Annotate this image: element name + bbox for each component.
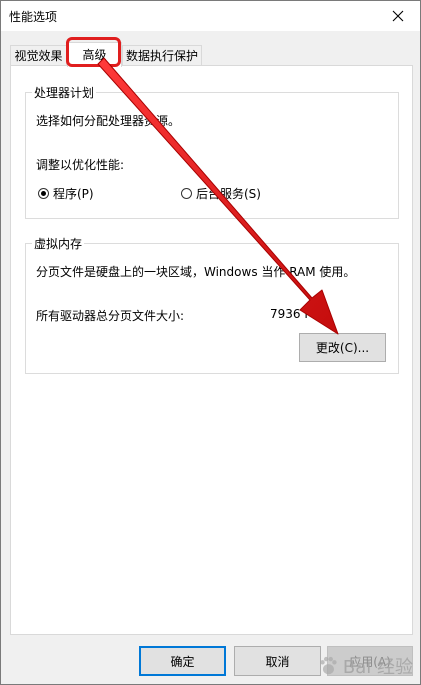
cancel-button-label: 取消 [265,654,290,669]
tab-label: 数据执行保护 [125,49,198,63]
processor-scheduling-group: 处理器计划 选择如何分配处理器资源。 调整以优化性能: 程序(P) 后台服务(S… [25,84,399,219]
baidu-paw-icon [320,656,337,675]
radio-checked-icon [38,188,49,199]
processor-description: 选择如何分配处理器资源。 [36,114,181,128]
watermark-text: Bai 经验 [342,657,413,678]
watermark: Bai 经验 [317,653,413,679]
programs-radio-label: 程序(P) [53,187,94,201]
radio-unchecked-icon [181,188,192,199]
change-button-label: 更改(C)... [315,341,370,355]
virtual-memory-group: 虚拟内存 分页文件是硬盘上的一块区域，Windows 当作 RAM 使用。 所有… [25,235,399,374]
background-services-radio-label: 后台服务(S) [196,187,261,201]
ok-button-label: 确定 [170,654,195,669]
tab-label: 视觉效果 [14,49,63,63]
window-title: 性能选项 [9,10,58,24]
programs-radio[interactable]: 程序(P) [38,185,94,202]
optimize-label: 调整以优化性能: [36,158,125,172]
processor-scheduling-legend: 处理器计划 [32,84,97,101]
tab-highlight-annotation [66,37,121,67]
close-button[interactable] [376,1,420,31]
cancel-button[interactable]: 取消 [234,646,321,676]
change-virtual-memory-button[interactable]: 更改(C)... [299,333,386,362]
close-icon [392,10,404,22]
advanced-tab-panel: 处理器计划 选择如何分配处理器资源。 调整以优化性能: 程序(P) 后台服务(S… [10,65,413,635]
paging-file-description: 分页文件是硬盘上的一块区域，Windows 当作 RAM 使用。 [36,265,356,279]
total-paging-size-value: 7936 MB [270,307,323,321]
tab-data-execution-prevention[interactable]: 数据执行保护 [122,45,202,65]
total-paging-size-label: 所有驱动器总分页文件大小: [36,309,185,323]
virtual-memory-legend: 虚拟内存 [32,235,85,252]
ok-button[interactable]: 确定 [139,646,226,676]
tab-visual-effects[interactable]: 视觉效果 [10,45,67,65]
title-bar: 性能选项 [1,1,420,31]
performance-options-window: 性能选项 视觉效果 高级 数据执行保护 处理器计划 选择如何分配处理器资源。 调… [0,0,421,685]
background-services-radio[interactable]: 后台服务(S) [181,185,261,202]
